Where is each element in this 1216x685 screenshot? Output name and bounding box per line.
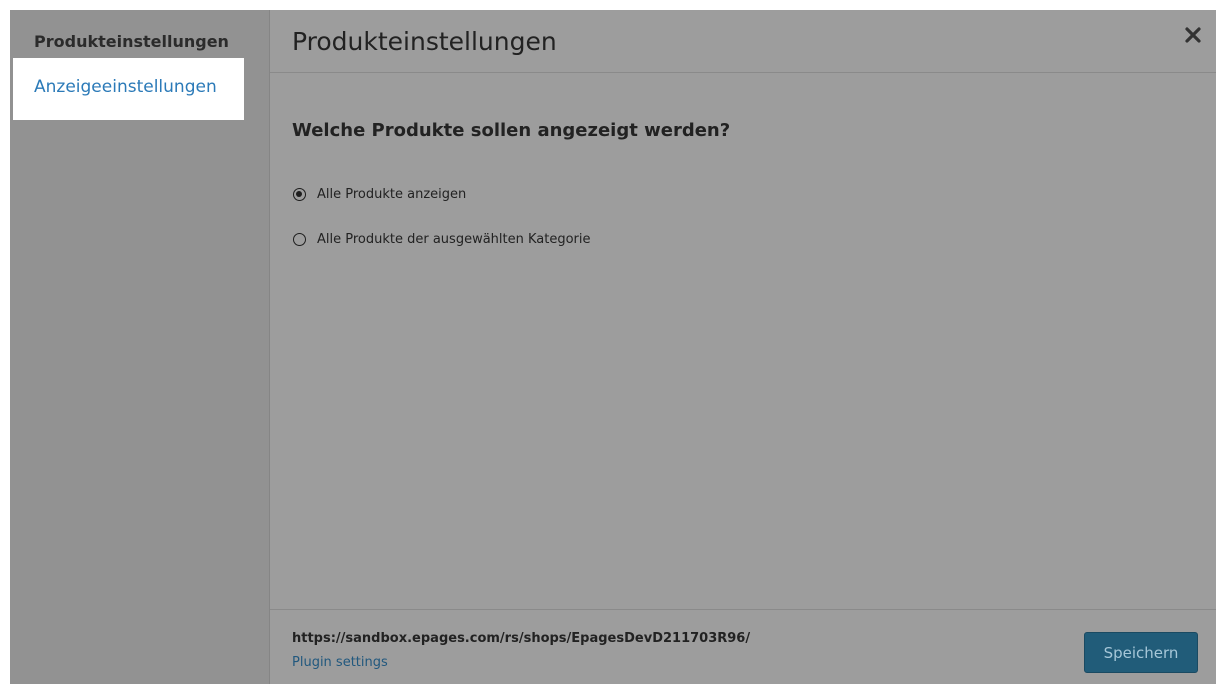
save-button[interactable]: Speichern xyxy=(1084,632,1198,673)
question-heading: Welche Produkte sollen angezeigt werden? xyxy=(292,120,731,141)
plugin-settings-link[interactable]: Plugin settings xyxy=(292,655,388,670)
sidebar-title: Produkteinstellungen xyxy=(34,32,229,51)
page-title: Produkteinstellungen xyxy=(292,27,557,56)
footer: https://sandbox.epages.com/rs/shops/Epag… xyxy=(270,609,1216,685)
main-panel: Produkteinstellungen Welche Produkte sol… xyxy=(270,10,1216,684)
radio-unchecked-icon[interactable] xyxy=(293,232,306,246)
header: Produkteinstellungen xyxy=(270,10,1216,73)
option-all-products[interactable]: Alle Produkte anzeigen xyxy=(293,184,466,204)
option-label: Alle Produkte anzeigen xyxy=(317,186,467,202)
radio-checked-icon[interactable] xyxy=(293,187,306,201)
shop-url: https://sandbox.epages.com/rs/shops/Epag… xyxy=(292,631,751,646)
settings-modal: Produkteinstellungen Anzeigeeinstellunge… xyxy=(10,10,1216,684)
sidebar-item-label: Anzeigeeinstellungen xyxy=(34,77,217,97)
sidebar-item-anzeigeeinstellungen[interactable]: Anzeigeeinstellungen xyxy=(13,58,244,120)
close-icon[interactable] xyxy=(1184,26,1202,44)
option-category-products[interactable]: Alle Produkte der ausgewählten Kategorie xyxy=(293,229,591,249)
option-label: Alle Produkte der ausgewählten Kategorie xyxy=(317,231,591,247)
sidebar: Produkteinstellungen Anzeigeeinstellunge… xyxy=(10,10,270,684)
